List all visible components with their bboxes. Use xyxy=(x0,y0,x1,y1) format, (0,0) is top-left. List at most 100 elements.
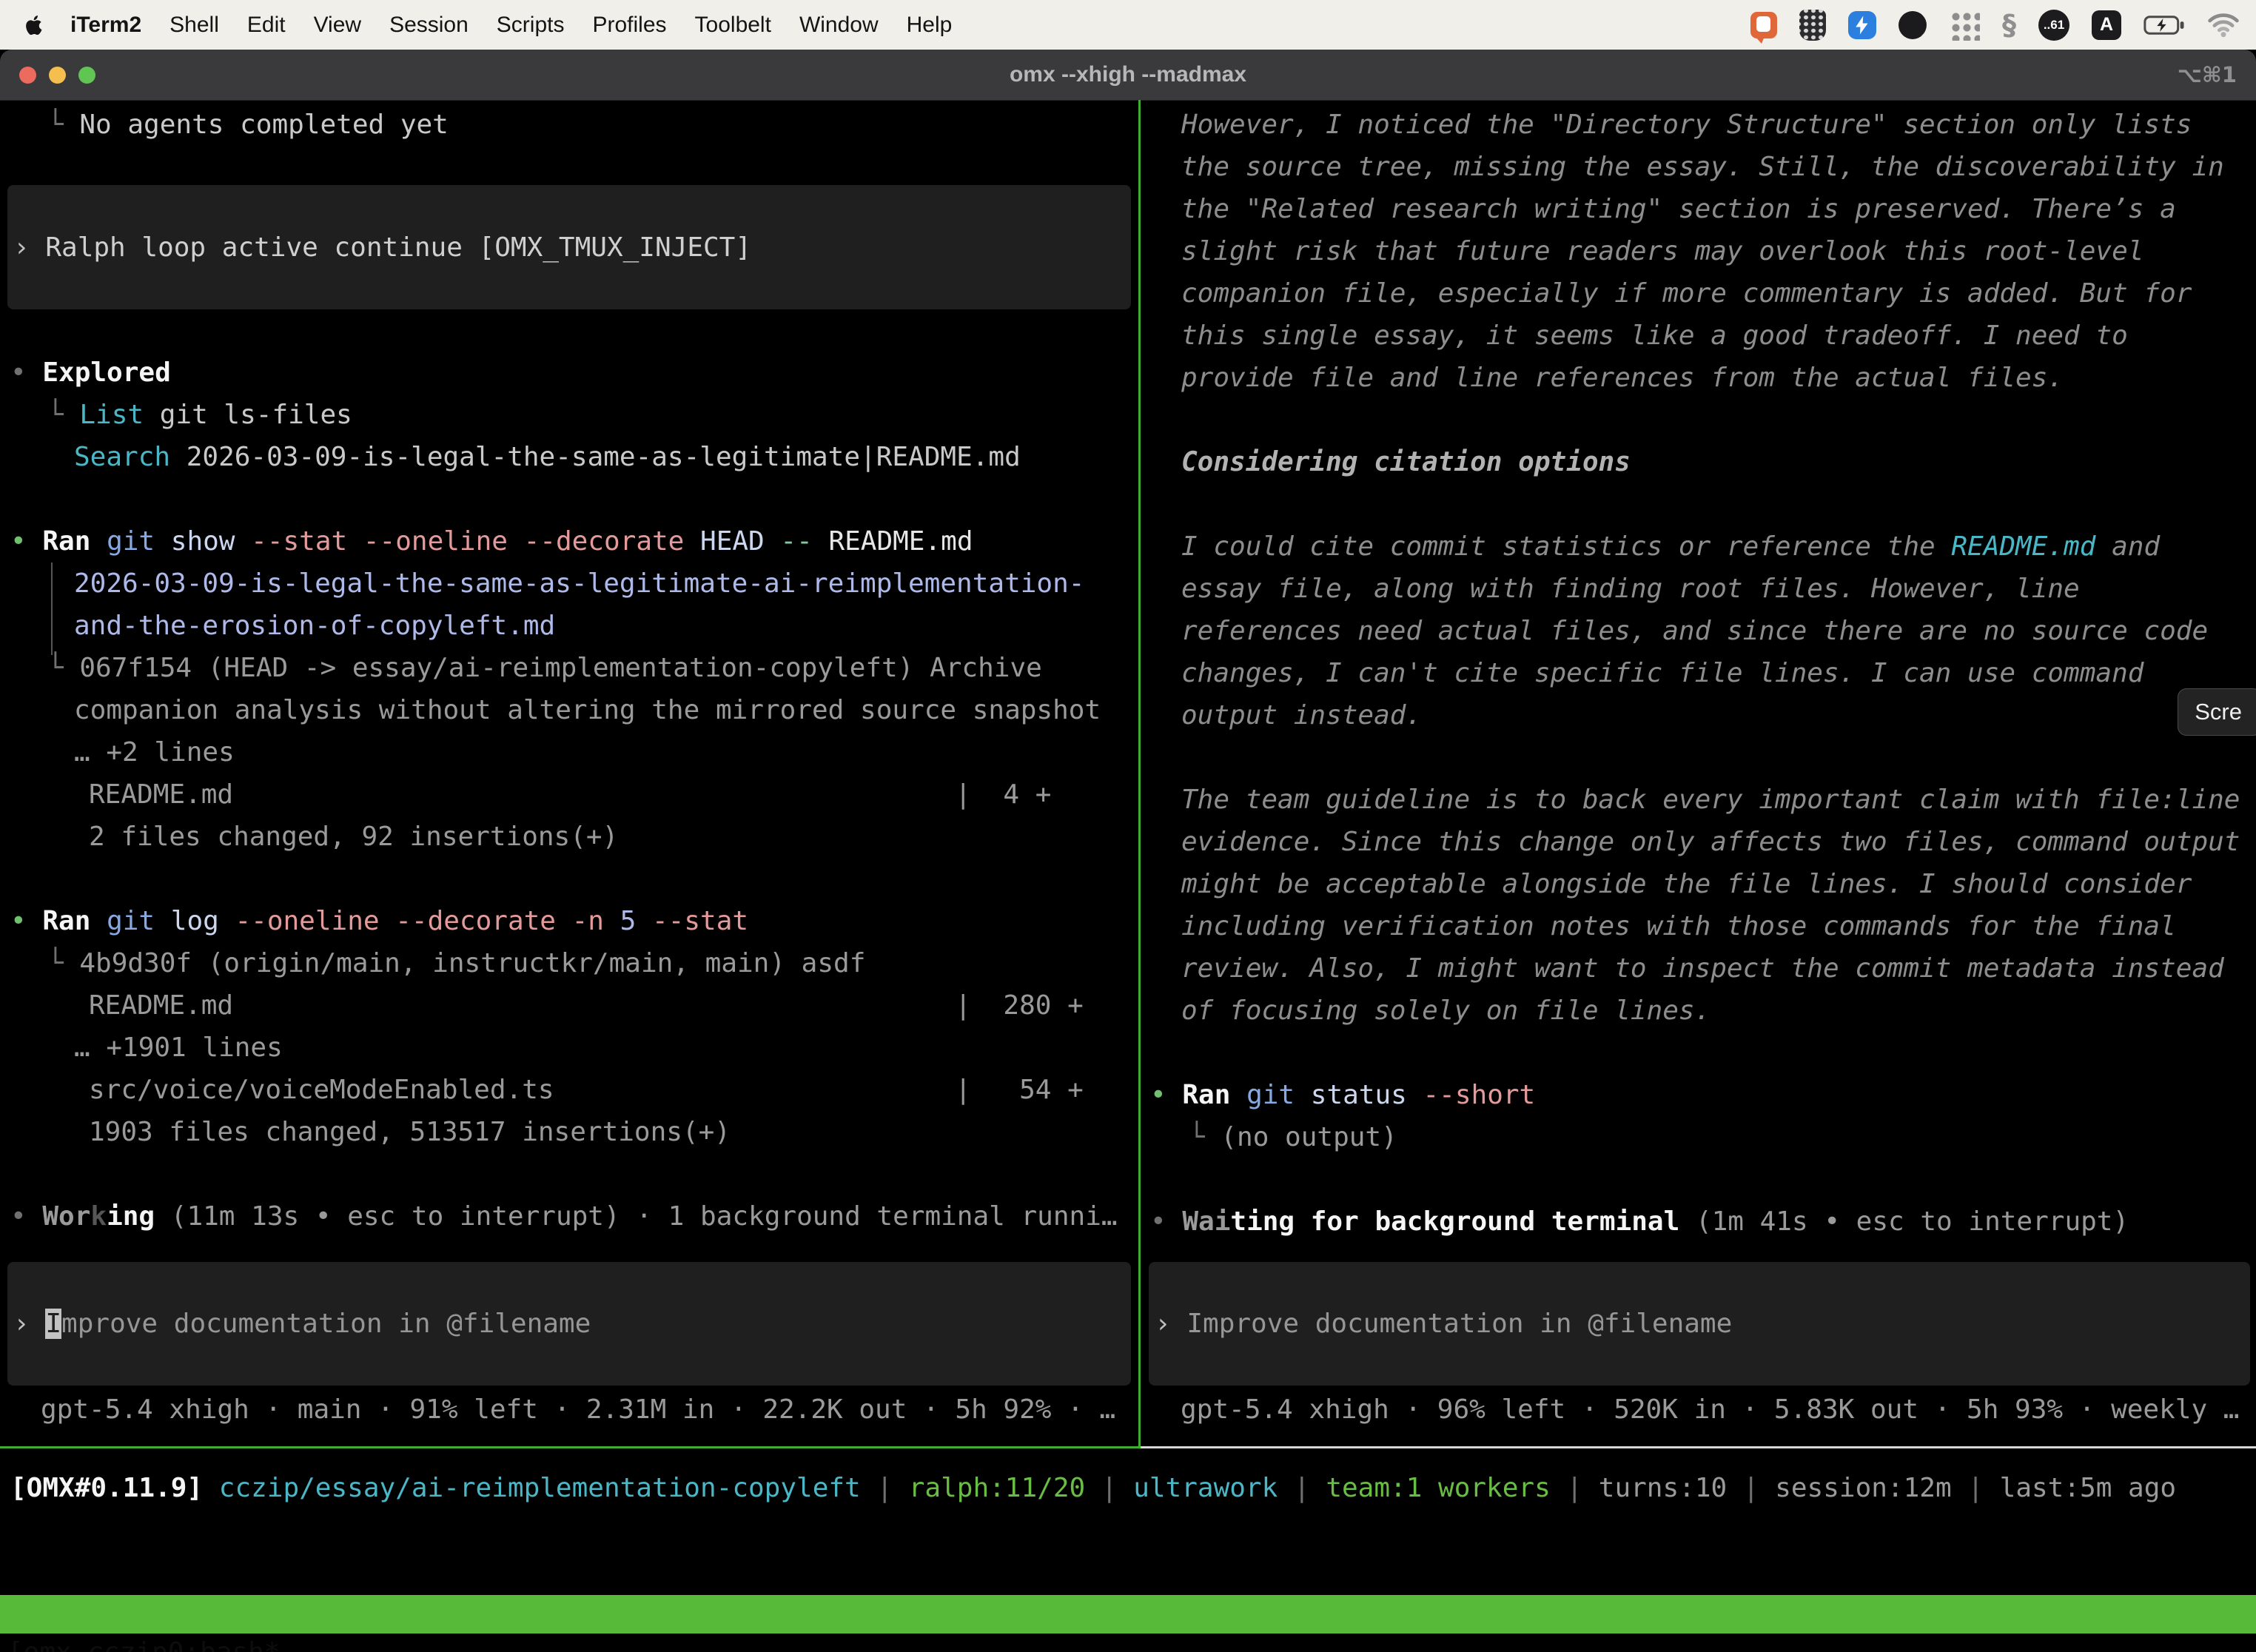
text-segment: --stat --oneline --decorate xyxy=(235,526,684,557)
menu-item-scripts[interactable]: Scripts xyxy=(483,13,579,38)
text-segment: └ xyxy=(47,400,79,430)
tmux-window-tab[interactable]: [omx-cczip0:bash* xyxy=(7,1633,280,1652)
text-segment: team:1 workers xyxy=(1326,1473,1550,1503)
terminal-line: and-the-erosion-of-copyleft.md xyxy=(0,605,1137,647)
menu-item-session[interactable]: Session xyxy=(375,13,483,38)
text-segment: ting for background terminal xyxy=(1230,1206,1679,1237)
text-segment: Ran xyxy=(42,906,90,936)
terminal-line: changes, I can't cite specific file line… xyxy=(1140,652,2256,694)
hook-icon[interactable]: § xyxy=(2002,9,2016,41)
text-segment: README.md | 280 + xyxy=(89,990,1084,1021)
menu-item-help[interactable]: Help xyxy=(893,13,967,38)
text-segment: turns:10 xyxy=(1599,1473,1727,1503)
text-segment: companion analysis without altering the … xyxy=(74,695,1101,725)
left-pane-output: • Explored└ List git ls-filesSearch 2026… xyxy=(0,309,1137,1257)
lightning-icon[interactable] xyxy=(1848,11,1876,39)
text-segment: k xyxy=(90,1201,107,1232)
text-segment: might be acceptable alongside the file l… xyxy=(1181,869,2192,899)
text-segment: companion file, especially if more comme… xyxy=(1181,278,2192,309)
text-segment: --stat xyxy=(636,906,748,936)
terminal-line xyxy=(0,478,1137,520)
chat-icon[interactable] xyxy=(1750,12,1777,38)
text-segment: 5 xyxy=(604,906,636,936)
menu-item-profiles[interactable]: Profiles xyxy=(578,13,680,38)
tmux-status-bar: [omx-cczip0:bash* "MacBook-Pro-44.local"… xyxy=(0,1595,2256,1633)
a-key-icon[interactable]: A xyxy=(2092,10,2121,40)
terminal-line: 2026-03-09-is-legal-the-same-as-legitima… xyxy=(0,563,1137,605)
text-segment: git xyxy=(107,526,155,557)
badge-61-icon[interactable]: ..61 xyxy=(2038,10,2069,41)
terminal-line: slight risk that future readers may over… xyxy=(1140,230,2256,272)
text-segment: --oneline --decorate -n xyxy=(219,906,604,936)
text-segment: --short xyxy=(1407,1080,1535,1110)
text-segment: evidence. Since this change only affects… xyxy=(1181,827,2240,857)
text-segment: 2026-03-09-is-legal-the-same-as-legitima… xyxy=(74,568,1084,599)
inject-banner-text: Ralph loop active continue [OMX_TMUX_INJ… xyxy=(45,232,751,263)
iterm-window: omx --xhigh --madmax ⌥⌘1 └ No agents com… xyxy=(0,50,2256,1652)
omx-status-line: [OMX#0.11.9] cczip/essay/ai-reimplementa… xyxy=(0,1467,2256,1509)
text-segment: • xyxy=(10,357,42,388)
menu-item-iterm2[interactable]: iTerm2 xyxy=(56,13,155,38)
terminal-line: including verification notes with those … xyxy=(1140,905,2256,947)
left-prompt-input[interactable]: › Improve documentation in @filename xyxy=(7,1262,1131,1386)
menu-item-shell[interactable]: Shell xyxy=(155,13,233,38)
text-segment: └ xyxy=(47,110,79,140)
text-segment: show xyxy=(155,526,235,557)
terminal-line: essay file, along with finding root file… xyxy=(1140,568,2256,610)
text-segment: provide file and line references from th… xyxy=(1181,363,2064,393)
menu-item-view[interactable]: View xyxy=(300,13,375,38)
text-segment: … +2 lines xyxy=(74,737,235,768)
right-prompt-input[interactable]: › Improve documentation in @filename xyxy=(1149,1262,2250,1386)
text-segment: Wor xyxy=(42,1201,90,1232)
prompt-chevron: › xyxy=(13,1309,45,1339)
menu-item-edit[interactable]: Edit xyxy=(233,13,300,38)
text-segment: -- xyxy=(765,526,813,557)
window-title-bar[interactable]: omx --xhigh --madmax ⌥⌘1 xyxy=(0,50,2256,101)
terminal-line: review. Also, I might want to inspect th… xyxy=(1140,947,2256,990)
terminal-line xyxy=(0,858,1137,900)
battery-icon[interactable] xyxy=(2143,15,2185,36)
text-segment: (1m 41s • esc to interrupt) xyxy=(1679,1206,2129,1237)
text-segment: └ xyxy=(47,653,79,683)
terminal-line: … +1901 lines xyxy=(0,1027,1137,1069)
terminal-line xyxy=(1140,399,2256,441)
text-segment: Considering citation options xyxy=(1181,447,1631,477)
text-segment: README.md xyxy=(813,526,973,557)
menu-item-window[interactable]: Window xyxy=(785,13,893,38)
terminal-line: output instead. xyxy=(1140,694,2256,736)
text-segment: references need actual files, and since … xyxy=(1181,616,2208,646)
dots-grid-icon[interactable] xyxy=(1949,10,1980,41)
terminal-line: └ No agents completed yet xyxy=(0,104,1137,146)
terminal-line: The team guideline is to back every impo… xyxy=(1140,779,2256,821)
terminal-line: └ 4b9d30f (origin/main, instructkr/main,… xyxy=(0,942,1137,984)
menu-item-toolbelt[interactable]: Toolbelt xyxy=(681,13,785,38)
text-segment: • xyxy=(10,526,42,557)
text-segment: • xyxy=(10,906,42,936)
terminal-line: • Waiting for background terminal (1m 41… xyxy=(1140,1201,2256,1243)
text-segment: git xyxy=(1246,1080,1295,1110)
text-segment: ralph:11/20 xyxy=(909,1473,1085,1503)
window-title: omx --xhigh --madmax xyxy=(0,50,2256,100)
wifi-icon[interactable] xyxy=(2207,12,2240,38)
right-pane-output: However, I noticed the "Directory Struct… xyxy=(1140,104,2256,1258)
menu-bar: iTerm2ShellEditViewSessionScriptsProfile… xyxy=(0,0,2256,50)
menu-items: iTerm2ShellEditViewSessionScriptsProfile… xyxy=(56,13,966,38)
text-segment: session:12m xyxy=(1775,1473,1951,1503)
text-segment: However, I noticed the "Directory Struct… xyxy=(1181,110,2192,140)
terminal-line: I could cite commit statistics or refere… xyxy=(1140,526,2256,568)
text-segment xyxy=(90,906,107,936)
text-segment: HEAD xyxy=(684,526,764,557)
terminal-line: Search 2026-03-09-is-legal-the-same-as-l… xyxy=(0,436,1137,478)
terminal-line: README.md | 280 + xyxy=(0,984,1137,1027)
terminal-line: provide file and line references from th… xyxy=(1140,357,2256,399)
pie-chart-icon[interactable] xyxy=(1899,11,1927,39)
text-segment: changes, I can't cite specific file line… xyxy=(1181,658,2143,688)
terminal-line: 2 files changed, 92 insertions(+) xyxy=(0,816,1137,858)
apple-menu-icon[interactable] xyxy=(21,10,46,40)
menu-bar-left: iTerm2ShellEditViewSessionScriptsProfile… xyxy=(0,10,966,40)
keypad-shield-icon[interactable] xyxy=(1799,10,1826,41)
terminal-line: └ List git ls-files xyxy=(0,394,1137,436)
screen: iTerm2ShellEditViewSessionScriptsProfile… xyxy=(0,0,2256,1652)
text-segment xyxy=(1230,1080,1246,1110)
terminal-line: companion file, especially if more comme… xyxy=(1140,272,2256,315)
